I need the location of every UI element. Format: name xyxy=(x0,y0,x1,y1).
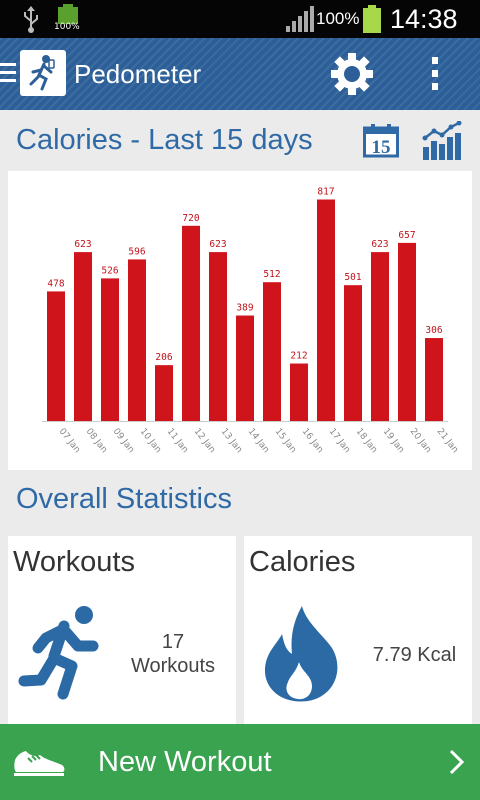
battery-small-icon: 100% xyxy=(54,4,80,32)
signal-icon xyxy=(286,6,314,32)
x-tick-label: 12 Jan xyxy=(192,427,217,455)
gear-icon[interactable] xyxy=(330,52,374,96)
calories-value: 7.79 Kcal xyxy=(372,644,457,666)
chevron-right-icon xyxy=(449,749,465,775)
action-bar: Pedometer xyxy=(0,38,480,110)
chart-bar[interactable] xyxy=(101,278,119,421)
x-tick-label: 14 Jan xyxy=(246,427,271,455)
flame-icon xyxy=(262,606,340,707)
chart-bar[interactable] xyxy=(263,282,281,421)
chart-bar[interactable] xyxy=(128,259,146,421)
x-tick-label: 08 Jan xyxy=(84,427,109,455)
calories-chart-title: Calories - Last 15 days xyxy=(16,124,313,156)
clock: 14:38 xyxy=(390,4,458,34)
chart-bar[interactable] xyxy=(236,315,254,421)
x-tick-label: 16 Jan xyxy=(300,427,325,455)
chart-bar[interactable] xyxy=(209,252,227,421)
x-tick-label: 15 Jan xyxy=(273,427,298,455)
x-tick-label: 19 Jan xyxy=(381,427,406,455)
calories-card[interactable]: Calories 7.79 Kcal xyxy=(244,536,472,724)
chart-bar[interactable] xyxy=(74,252,92,421)
status-bar: 100% 100% 14:38 xyxy=(0,0,480,38)
calories-card-title: Calories xyxy=(249,546,356,578)
calories-chart: 478 07 Jan 623 08 Jan 526 09 Jan 596 10 Jan 206 1… xyxy=(8,171,472,470)
workouts-card[interactable]: Workouts 17 Workouts xyxy=(8,536,236,724)
bar-value-label: 512 xyxy=(263,269,280,280)
shoe-icon xyxy=(14,751,65,776)
chart-bar[interactable] xyxy=(317,199,335,421)
bar-value-label: 817 xyxy=(317,187,334,198)
battery-percent: 100% xyxy=(316,9,360,28)
calendar-icon[interactable]: 15 xyxy=(363,124,399,158)
usb-icon xyxy=(24,6,38,33)
chart-bar[interactable] xyxy=(155,365,173,421)
workouts-unit: Workouts xyxy=(130,655,216,677)
calendar-number: 15 xyxy=(372,137,391,158)
chart-bar[interactable] xyxy=(425,338,443,421)
x-tick-label: 20 Jan xyxy=(408,427,433,455)
bar-value-label: 623 xyxy=(371,239,388,250)
calories-bar-chart: 478 07 Jan 623 08 Jan 526 09 Jan 596 10 Jan 206 1… xyxy=(42,187,460,455)
bar-value-label: 478 xyxy=(47,278,64,289)
x-tick-label: 13 Jan xyxy=(219,427,244,455)
bar-value-label: 623 xyxy=(74,239,91,250)
chart-bar[interactable] xyxy=(398,242,416,421)
chart-bar[interactable] xyxy=(371,252,389,421)
x-tick-label: 09 Jan xyxy=(111,427,136,455)
bar-value-label: 306 xyxy=(425,325,442,336)
app-title: Pedometer xyxy=(74,59,202,89)
x-tick-label: 07 Jan xyxy=(57,427,82,455)
bar-value-label: 212 xyxy=(290,351,307,362)
chart-bar[interactable] xyxy=(47,291,65,421)
bar-value-label: 623 xyxy=(209,239,226,250)
battery-icon xyxy=(363,5,381,33)
trend-chart-icon[interactable] xyxy=(421,120,463,161)
x-tick-label: 17 Jan xyxy=(327,427,352,455)
app-logo[interactable] xyxy=(20,50,66,96)
workouts-card-title: Workouts xyxy=(13,546,135,578)
x-tick-label: 21 Jan xyxy=(435,427,460,455)
x-tick-label: 10 Jan xyxy=(138,427,163,455)
bar-value-label: 389 xyxy=(236,303,253,314)
new-workout-button[interactable]: New Workout xyxy=(0,724,480,800)
menu-icon[interactable] xyxy=(0,63,16,85)
new-workout-label: New Workout xyxy=(98,746,272,778)
bar-value-label: 501 xyxy=(344,272,361,283)
runner-icon xyxy=(18,604,114,705)
bar-value-label: 206 xyxy=(155,352,172,363)
workouts-value: 17 Workouts xyxy=(118,630,228,678)
bar-value-label: 720 xyxy=(182,213,199,224)
workouts-count: 17 xyxy=(161,631,185,653)
x-tick-label: 18 Jan xyxy=(354,427,379,455)
bar-value-label: 526 xyxy=(101,265,118,276)
bar-value-label: 657 xyxy=(398,230,415,241)
bar-value-label: 596 xyxy=(128,246,145,257)
chart-bar[interactable] xyxy=(182,225,200,421)
x-tick-label: 11 Jan xyxy=(165,427,190,455)
overall-statistics-title: Overall Statistics xyxy=(16,483,232,515)
overflow-menu-icon[interactable] xyxy=(425,56,445,92)
battery-small-label: 100% xyxy=(54,22,80,32)
chart-bar[interactable] xyxy=(344,285,362,421)
chart-bar[interactable] xyxy=(290,363,308,421)
